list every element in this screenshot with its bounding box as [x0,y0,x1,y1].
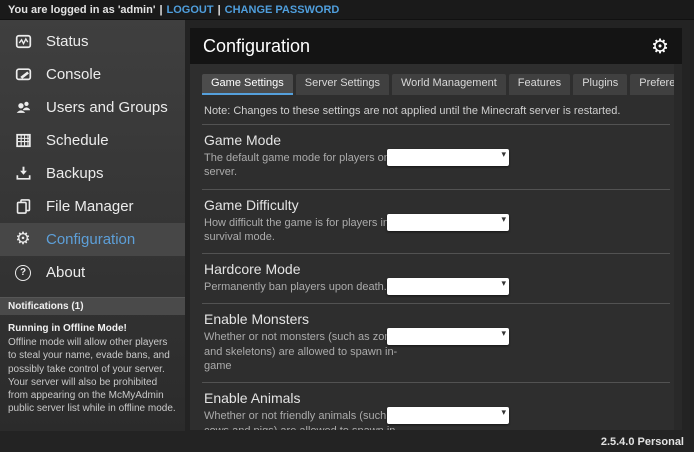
scrollbar-track[interactable] [674,64,682,430]
setting-title: Enable Animals [204,390,668,406]
setting-row-hardcore-mode: Hardcore Mode Permanently ban players up… [202,254,670,304]
top-bar: You are logged in as 'admin' | LOGOUT | … [0,0,694,20]
users-icon [13,98,33,118]
sidebar-item-file-manager[interactable]: File Manager [0,190,185,223]
schedule-icon [13,131,33,151]
notifications-header: Notifications (1) [0,297,185,315]
game-mode-select[interactable]: ▾ [387,149,509,166]
sidebar-item-label: Status [46,33,89,50]
setting-row-game-difficulty: Game Difficulty How difficult the game i… [202,190,670,255]
sidebar-item-label: File Manager [46,198,134,215]
footer: 2.5.4.0 Personal [0,431,694,452]
chevron-down-icon: ▾ [501,329,506,339]
mcmyadmin-app: You are logged in as 'admin' | LOGOUT | … [0,0,694,452]
chevron-down-icon: ▾ [501,215,506,225]
setting-row-game-mode: Game Mode The default game mode for play… [202,125,670,190]
setting-title: Game Mode [204,132,668,148]
gear-icon: ⚙ [13,230,33,250]
separator: | [159,4,162,16]
chevron-down-icon: ▾ [501,408,506,418]
console-icon [13,65,33,85]
sidebar: Status Console Users and Groups Schedule [0,20,185,431]
tab-game-settings[interactable]: Game Settings [202,74,293,95]
sidebar-nav: Status Console Users and Groups Schedule [0,20,185,289]
notification-item: Running in Offline Mode! Offline mode wi… [0,315,185,422]
setting-title: Hardcore Mode [204,261,668,277]
setting-title: Enable Monsters [204,311,668,327]
restart-note: Note: Changes to these settings are not … [202,101,670,125]
sidebar-item-console[interactable]: Console [0,58,185,91]
content-panel: Configuration ⚙ Game Settings Server Set… [190,28,682,430]
sidebar-item-label: Console [46,66,101,83]
setting-row-enable-animals: Enable Animals Whether or not friendly a… [202,383,670,430]
setting-row-enable-monsters: Enable Monsters Whether or not monsters … [202,304,670,383]
enable-monsters-select[interactable]: ▾ [387,328,509,345]
setting-title: Game Difficulty [204,197,668,213]
chevron-down-icon: ▾ [501,279,506,289]
enable-animals-select[interactable]: ▾ [387,407,509,424]
status-icon [13,32,33,52]
separator: | [218,4,221,16]
sidebar-item-schedule[interactable]: Schedule [0,124,185,157]
page-title: Configuration [203,36,310,57]
panel-header: Configuration ⚙ [190,28,682,64]
sidebar-item-backups[interactable]: Backups [0,157,185,190]
notification-title: Running in Offline Mode! [8,322,177,335]
tab-features[interactable]: Features [509,74,570,95]
file-manager-icon [13,197,33,217]
sidebar-item-users-and-groups[interactable]: Users and Groups [0,91,185,124]
tab-server-settings[interactable]: Server Settings [296,74,389,95]
version-text: 2.5.4.0 Personal [601,436,684,448]
sidebar-item-label: Backups [46,165,104,182]
sidebar-item-about[interactable]: ? About [0,256,185,289]
logged-in-text: You are logged in as 'admin' [8,4,155,16]
backups-icon [13,164,33,184]
sidebar-item-label: About [46,264,85,281]
change-password-link[interactable]: CHANGE PASSWORD [225,4,340,16]
tab-world-management[interactable]: World Management [392,74,506,95]
sidebar-item-configuration[interactable]: ⚙ Configuration [0,223,185,256]
notification-text: Offline mode will allow other players to… [8,336,177,415]
tab-plugins[interactable]: Plugins [573,74,627,95]
logout-link[interactable]: LOGOUT [167,4,214,16]
game-difficulty-select[interactable]: ▾ [387,214,509,231]
panel-body: Game Settings Server Settings World Mana… [190,64,682,430]
tab-bar: Game Settings Server Settings World Mana… [202,74,670,95]
hardcore-mode-select[interactable]: ▾ [387,278,509,295]
sidebar-item-label: Users and Groups [46,99,168,116]
question-icon: ? [13,263,33,283]
sidebar-item-status[interactable]: Status [0,25,185,58]
settings-gear-icon[interactable]: ⚙ [651,36,669,56]
chevron-down-icon: ▾ [501,150,506,160]
sidebar-item-label: Configuration [46,231,135,248]
sidebar-item-label: Schedule [46,132,109,149]
